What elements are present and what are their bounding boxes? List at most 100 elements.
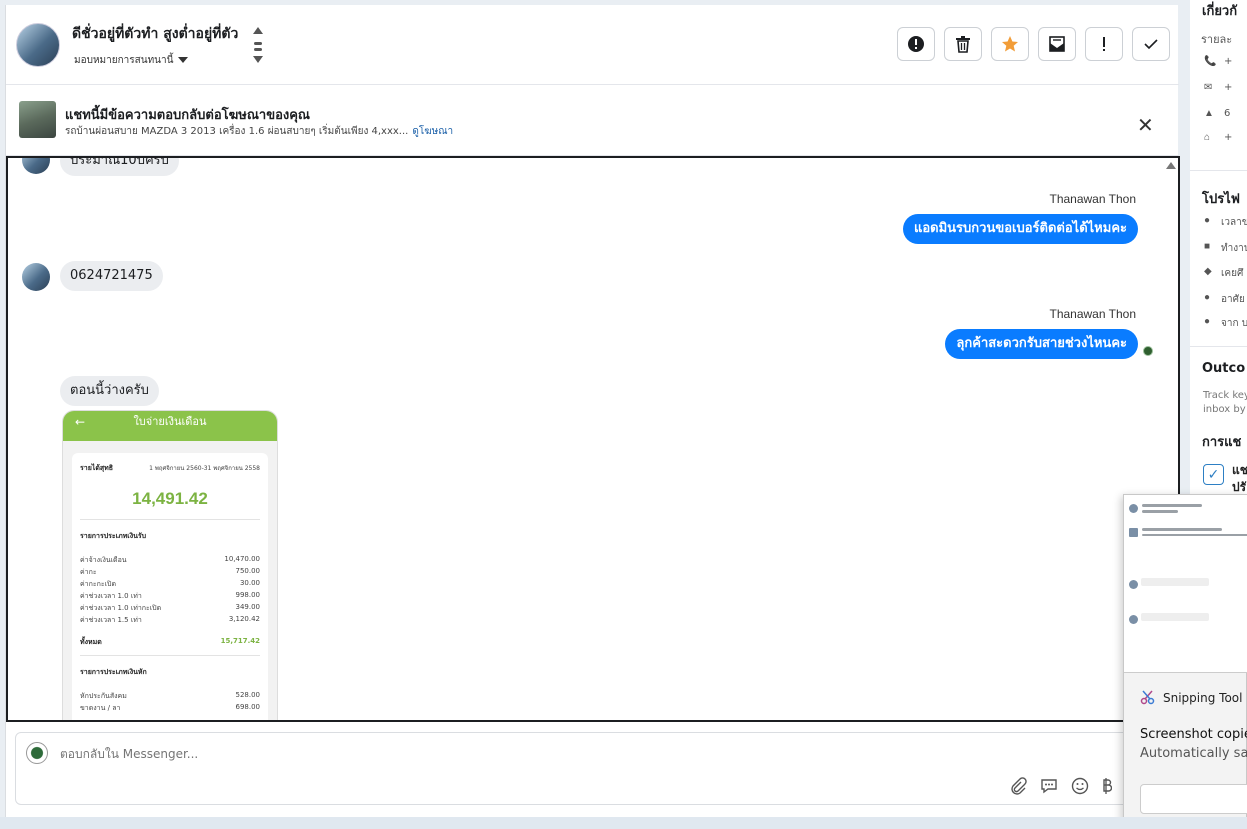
star-icon — [1002, 36, 1018, 52]
mini-line — [1142, 510, 1178, 513]
snip-subtext: Automatically sav — [1140, 746, 1247, 761]
payslip-row-label: ค่าจ้างเงินเดือน — [80, 556, 127, 564]
snip-action-button[interactable] — [1140, 784, 1247, 814]
payslip-card: รายได้สุทธิ 1 พฤศจิกายน 2560-31 พฤศจิกาย… — [72, 453, 268, 720]
ad-reply-banner: แชทนี้มีข้อความตอบกลับต่อโฆษณาของคุณ รถบ… — [6, 86, 1179, 156]
profile-row: เคยศึ — [1221, 268, 1244, 279]
payslip-row-label: ค่าช่วงเวลา 1.0 เท่า — [80, 592, 142, 600]
contact-avatar-small — [22, 158, 50, 174]
profile-row: อาศัย — [1221, 294, 1245, 305]
mini-line — [1142, 534, 1247, 536]
payslip-deduct-header: รายการประเภทเงินหัก — [80, 668, 147, 676]
payslip-row-label: ค่าช่วงเวลา 1.0 เท่ากะเปิด — [80, 604, 162, 612]
reply-composer — [15, 732, 1140, 805]
mini-avatar — [1129, 528, 1138, 537]
location-pin-icon: ● — [1204, 292, 1211, 303]
sender-name: Thanawan Thon — [1049, 192, 1136, 206]
payslip-row-label: หักประกันสังคม — [80, 692, 127, 700]
contact-row: 6 — [1224, 108, 1231, 119]
phone-icon: 📞 — [1204, 56, 1217, 67]
page-avatar — [26, 742, 48, 764]
payslip-row-value: 30.00 — [239, 579, 260, 587]
location-pin-icon: ● — [1204, 316, 1211, 327]
about-section-title: เกี่ยวกั — [1202, 4, 1238, 19]
contact-row: + — [1224, 132, 1233, 143]
assign-conversation-dropdown[interactable]: มอบหมายการสนทนานี้ — [74, 53, 189, 68]
profile-row: จาก บ — [1221, 318, 1247, 329]
contact-name[interactable]: ดีชั่วอยู่ที่ตัวทำ สูงต่ำอยู่ที่ตัว — [72, 23, 238, 45]
payslip-row-value: 3,120.42 — [228, 615, 260, 623]
arrow-left-icon: ← — [75, 415, 86, 429]
contact-avatar[interactable] — [16, 23, 60, 67]
payslip-row-value: 698.00 — [235, 703, 261, 711]
exclamation-icon — [1103, 37, 1105, 51]
close-icon[interactable]: ✕ — [1137, 113, 1154, 138]
snipping-tool-notification[interactable]: Snipping Tool Screenshot copied Automati… — [1123, 494, 1247, 829]
divider — [80, 519, 260, 520]
checkbox-checked[interactable]: ✓ — [1203, 464, 1224, 485]
profile-row: ทำงาน — [1221, 243, 1247, 254]
mini-bubble — [1141, 613, 1209, 621]
divider — [80, 655, 260, 656]
conversation-pane: ดีชั่วอยู่ที่ตัวทำ สูงต่ำอยู่ที่ตัว มอบห… — [5, 5, 1180, 817]
star-button[interactable] — [991, 27, 1029, 61]
payslip-income-header: รายการประเภทเงินรับ — [80, 532, 147, 540]
message-thread[interactable]: ประมาณ10บครับ Thanawan Thon แอดมินรบกวนข… — [6, 156, 1180, 722]
check-icon — [1144, 39, 1158, 50]
contact-row: + — [1224, 56, 1233, 67]
divider — [1190, 170, 1247, 171]
paperclip-icon[interactable] — [1009, 777, 1027, 795]
sender-name: Thanawan Thon — [1049, 307, 1136, 321]
delete-button[interactable] — [944, 27, 982, 61]
payslip-row-label: ค่ากะ — [80, 568, 97, 576]
graduation-icon: ◆ — [1204, 266, 1212, 277]
view-ad-link[interactable]: ดูโฆษณา — [412, 126, 453, 137]
mini-line — [1142, 528, 1222, 531]
payslip-title: ใบจ่ายเงินเดือน — [133, 415, 207, 428]
incoming-message: ตอนนี้ว่างครับ — [60, 376, 159, 406]
sort-icon[interactable] — [252, 25, 264, 65]
payslip-row-value: 998.00 — [235, 591, 261, 599]
envelope-icon — [1049, 36, 1065, 52]
mark-done-button[interactable] — [1132, 27, 1170, 61]
briefcase-icon: ■ — [1204, 241, 1211, 252]
clock-icon: ● — [1204, 215, 1211, 226]
attached-image-payslip[interactable]: ← ใบจ่ายเงินเดือน รายได้สุทธิ 1 พฤศจิกาย… — [62, 410, 278, 720]
chat-section-title: การแช — [1202, 435, 1242, 450]
divider — [1190, 346, 1247, 347]
outgoing-message: แอดมินรบกวนขอเบอร์ติดต่อได้ไหมคะ — [902, 214, 1138, 244]
currency-baht-icon[interactable] — [1102, 777, 1112, 795]
home-icon: ⌂ — [1204, 132, 1211, 143]
reply-input[interactable] — [60, 747, 660, 761]
payslip-header: ← ใบจ่ายเงินเดือน — [63, 411, 277, 441]
ad-description-text: รถบ้านผ่อนสบาย MAZDA 3 2013 เครื่อง 1.6 … — [65, 126, 409, 137]
composer-actions — [1009, 777, 1112, 795]
screenshot-preview-thumbnail[interactable] — [1124, 495, 1247, 673]
mini-bubble — [1141, 578, 1209, 586]
payslip-row-value: 349.00 — [235, 603, 261, 611]
chevron-down-icon — [178, 57, 189, 63]
ad-banner-description: รถบ้านผ่อนสบาย MAZDA 3 2013 เครื่อง 1.6 … — [65, 124, 453, 139]
scroll-up-arrow-icon[interactable] — [1166, 162, 1176, 169]
profile-row: เวลาข — [1221, 217, 1247, 228]
follow-up-button[interactable] — [1085, 27, 1123, 61]
payslip-row-value: 750.00 — [235, 567, 261, 575]
cake-icon: ▲ — [1204, 108, 1214, 119]
snipping-tool-app-name: Snipping Tool — [1163, 691, 1243, 705]
payslip-row-label: ค่าช่วงเวลา 1.5 เท่า — [80, 616, 142, 624]
payslip-period: 1 พฤศจิกายน 2560-31 พฤศจิกายน 2558 — [149, 465, 260, 472]
alert-circle-icon — [908, 36, 924, 52]
snipping-tool-icon — [1140, 690, 1155, 705]
ad-thumbnail — [19, 101, 56, 138]
spam-alert-button[interactable] — [897, 27, 935, 61]
saved-reply-icon[interactable] — [1040, 777, 1058, 795]
conversation-header: ดีชั่วอยู่ที่ตัวทำ สูงต่ำอยู่ที่ตัว มอบห… — [6, 5, 1179, 85]
outcome-description: Track key — [1203, 390, 1247, 401]
taskbar-edge — [0, 817, 1247, 829]
seen-indicator-icon — [1143, 346, 1153, 356]
mini-avatar — [1129, 615, 1138, 624]
mark-unread-button[interactable] — [1038, 27, 1076, 61]
incoming-message: 0624721475 — [60, 261, 163, 291]
about-subtitle: รายละ — [1201, 33, 1233, 46]
emoji-icon[interactable] — [1071, 777, 1089, 795]
